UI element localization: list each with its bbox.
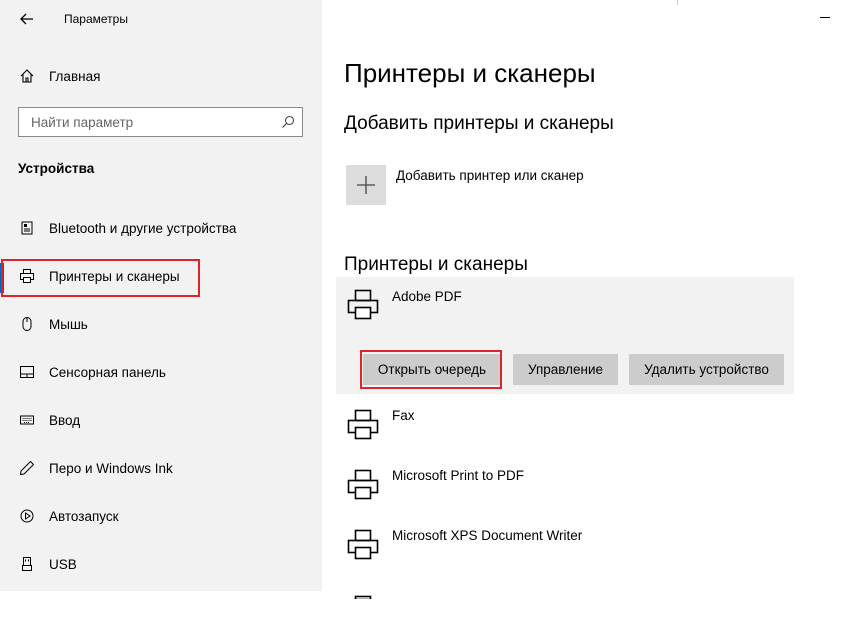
sidebar-item-mouse[interactable]: Мышь	[0, 310, 322, 338]
sidebar-item-home[interactable]: Главная	[0, 62, 322, 90]
back-arrow-icon[interactable]	[18, 10, 36, 28]
printers-section-title: Принтеры и сканеры	[344, 254, 528, 275]
add-printer-label[interactable]: Добавить принтер или сканер	[396, 168, 584, 183]
printer-icon-partial	[346, 586, 380, 620]
sidebar-item-printers[interactable]: Принтеры и сканеры	[0, 262, 322, 290]
sidebar-item-label: Bluetooth и другие устройства	[49, 220, 237, 236]
sidebar-item-label: Ввод	[49, 412, 81, 428]
usb-icon	[18, 555, 36, 573]
sidebar-item-label: Главная	[49, 68, 101, 84]
pen-icon	[18, 459, 36, 477]
sidebar-item-label: Сенсорная панель	[49, 364, 166, 380]
search-icon[interactable]	[280, 114, 296, 130]
sidebar-item-autoplay[interactable]: Автозапуск	[0, 502, 322, 530]
printer-icon	[346, 408, 380, 442]
search-box[interactable]	[18, 107, 303, 137]
sidebar-item-usb[interactable]: USB	[0, 550, 322, 578]
printer-name[interactable]: Fax	[392, 408, 415, 423]
plus-icon	[357, 176, 375, 194]
sidebar-item-input[interactable]: Ввод	[0, 406, 322, 434]
sidebar-item-label: Принтеры и сканеры	[49, 268, 180, 284]
printer-icon	[346, 468, 380, 502]
sidebar-item-bluetooth[interactable]: Bluetooth и другие устройства	[0, 214, 322, 242]
minimize-icon[interactable]	[820, 17, 830, 18]
printer-name[interactable]: Microsoft Print to PDF	[392, 468, 524, 483]
home-icon	[18, 67, 36, 85]
sidebar-item-label: Мышь	[49, 316, 88, 332]
printer-name: Adobe PDF	[392, 289, 462, 304]
search-input[interactable]	[19, 108, 281, 136]
printer-icon	[346, 528, 380, 562]
sidebar-item-label: Автозапуск	[49, 508, 119, 524]
sidebar-item-label: USB	[49, 556, 77, 572]
mouse-icon	[18, 315, 36, 333]
autoplay-icon	[18, 507, 36, 525]
open-queue-button[interactable]: Открыть очередь	[363, 354, 501, 385]
remove-device-button[interactable]: Удалить устройство	[629, 354, 784, 385]
add-section-title: Добавить принтеры и сканеры	[344, 113, 614, 134]
sidebar-item-label: Перо и Windows Ink	[49, 460, 173, 476]
page-title: Принтеры и сканеры	[344, 58, 596, 88]
printer-icon	[18, 267, 36, 285]
section-title: Устройства	[18, 161, 95, 176]
sidebar-item-touchpad[interactable]: Сенсорная панель	[0, 358, 322, 386]
manage-button[interactable]: Управление	[513, 354, 618, 385]
touchpad-icon	[18, 363, 36, 381]
app-title: Параметры	[64, 12, 128, 26]
add-printer-button[interactable]	[346, 165, 386, 205]
keyboard-icon	[18, 411, 36, 429]
printer-name[interactable]: Microsoft XPS Document Writer	[392, 528, 582, 543]
sidebar-item-pen[interactable]: Перо и Windows Ink	[0, 454, 322, 482]
bluetooth-devices-icon	[18, 219, 36, 237]
main-content: Принтеры и сканеры Добавить принтеры и с…	[322, 0, 849, 601]
window-divider	[677, 0, 678, 5]
sidebar: Параметры Главная Устройства Bluetooth и…	[0, 0, 322, 591]
printer-icon	[346, 288, 380, 322]
